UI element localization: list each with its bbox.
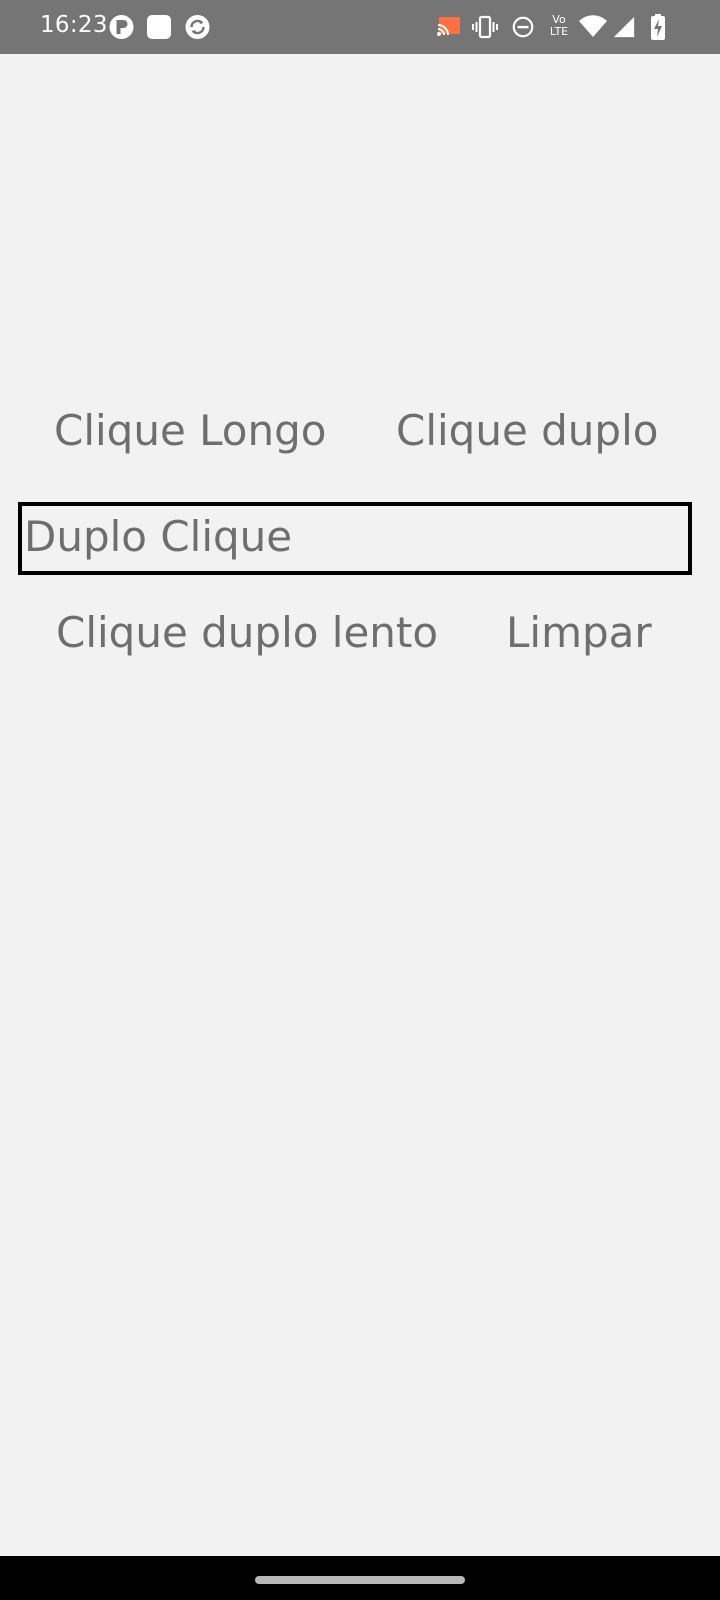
status-time: 16:23 [40,12,108,38]
signal-icon [613,16,635,38]
result-box: Duplo Clique [18,502,692,575]
slow-double-click-button[interactable]: Clique duplo lento [56,612,438,654]
battery-charging-icon [651,14,665,40]
square-app-icon [147,15,171,39]
navigation-bar [0,1556,720,1600]
long-click-button[interactable]: Clique Longo [54,410,326,452]
double-click-button[interactable]: Clique duplo [396,410,658,452]
home-gesture-handle[interactable] [255,1576,465,1584]
clear-button[interactable]: Limpar [506,612,652,654]
notification-app-icon [109,15,134,39]
result-text: Duplo Clique [24,512,293,561]
status-bar: 16:23 Vo LTE [0,0,720,54]
do-not-disturb-icon [512,16,534,38]
volte-icon: Vo LTE [545,14,573,40]
sync-app-icon [185,15,210,39]
wifi-icon [579,15,607,38]
main-content: Clique Longo Clique duplo Duplo Clique C… [0,54,720,1556]
volte-label-bottom: LTE [549,25,569,38]
vibrate-icon [472,15,498,39]
cast-icon [437,17,460,36]
